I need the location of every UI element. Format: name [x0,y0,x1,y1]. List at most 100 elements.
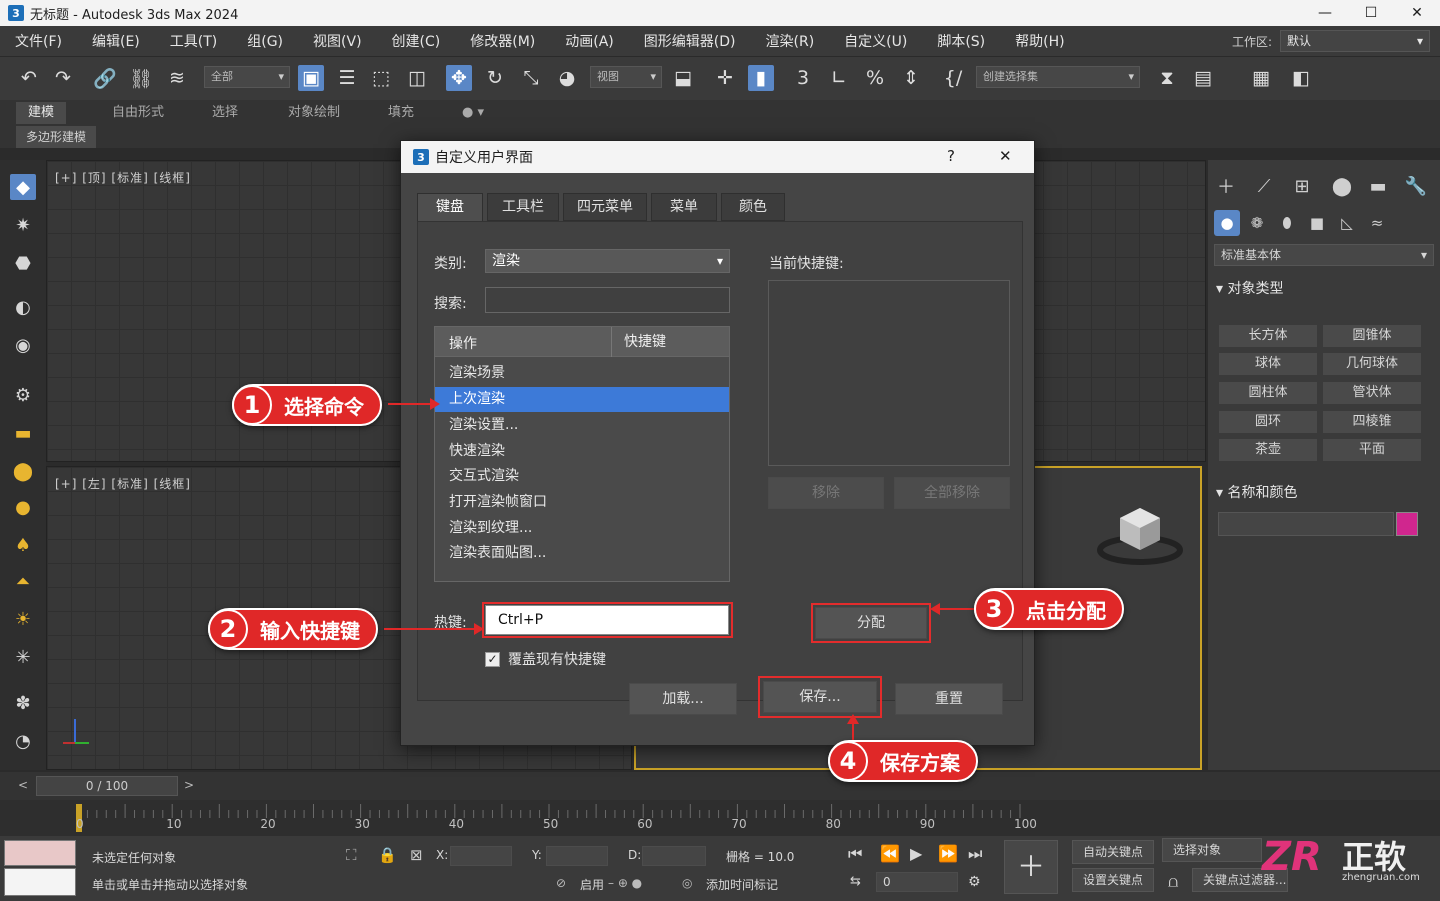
list-item[interactable]: 快速渲染 [435,439,729,464]
undo-icon[interactable]: ↶ [16,65,42,91]
enable-toggle-icon[interactable]: – ⊕ ● [608,876,642,890]
layer-explorer-icon[interactable]: ◧ [1288,65,1314,91]
torus-button[interactable]: 圆环 [1218,410,1318,434]
link-icon[interactable]: 🔗 [92,65,118,91]
time-next-button[interactable]: > [184,778,194,792]
viewport-top-label[interactable]: [+] [顶] [标准] [线框] [55,169,191,186]
override-shortcut-checkbox[interactable]: ✓ 覆盖现有快捷键 [485,649,606,669]
select-rotate-icon[interactable]: ↻ [482,65,508,91]
tab-quad-menus[interactable]: 四元菜单 [563,193,647,221]
cylinder-button[interactable]: 圆柱体 [1218,381,1318,405]
list-item[interactable]: 渲染设置... [435,413,729,438]
plane-button[interactable]: 平面 [1322,438,1422,462]
column-shortcut-header[interactable]: 快捷键 [611,327,666,357]
primitive-type-dropdown[interactable]: 标准基本体 [1214,244,1434,266]
polygon-modeling-panel[interactable]: 多边形建模 [16,126,97,148]
selection-set-dropdown[interactable]: 选择对象 [1162,838,1262,862]
edit-named-selection-icon[interactable]: {/ [940,65,966,91]
helpers-icon[interactable]: ◺ [1334,210,1360,236]
remove-button[interactable]: 移除 [768,477,884,509]
unlink-icon[interactable]: ⛓ [128,65,154,91]
redo-icon[interactable]: ↷ [50,65,76,91]
minimize-button[interactable]: — [1302,0,1348,26]
list-item-selected[interactable]: 上次渲染 [435,387,729,412]
time-tag-icon[interactable]: ◎ [682,876,692,890]
add-time-tag[interactable]: 添加时间标记 [706,876,778,893]
geosphere-button[interactable]: 几何球体 [1322,352,1422,376]
remove-all-button[interactable]: 全部移除 [894,477,1010,509]
dialog-help-button[interactable]: ? [947,147,955,165]
time-config-icon[interactable]: ⚙ [968,874,981,890]
current-frame-field[interactable]: 0 [876,872,958,892]
shapes-icon[interactable]: ❁ [1244,210,1270,236]
x-coord-field[interactable] [450,846,512,866]
auto-key-button[interactable]: 自动关键点 [1072,840,1155,864]
motion-tab-icon[interactable]: ⬤ [1330,174,1354,198]
create-tab-icon[interactable]: ＋ [1214,174,1238,198]
set-key-big-button[interactable]: ＋ [1004,840,1058,894]
spacewarps-icon[interactable]: ≈ [1364,210,1390,236]
percent-snap-icon[interactable]: % [862,65,888,91]
scene-explorer-icon[interactable]: ▦ [1248,65,1274,91]
load-button[interactable]: 加载... [629,683,737,715]
omni-light-icon[interactable]: ⏶ [10,568,36,594]
key-filters-icon[interactable]: ⩍ [1168,872,1178,892]
reset-button[interactable]: 重置 [895,683,1003,715]
name-color-section-header[interactable]: ▾ 名称和颜色 [1216,482,1297,502]
list-item[interactable]: 交互式渲染 [435,464,729,489]
pivot-center-icon[interactable]: ⬓ [670,65,696,91]
helper-icon[interactable]: ⚙ [10,382,36,408]
align-icon[interactable]: ▤ [1190,65,1216,91]
goto-start-icon[interactable]: ⏮ [848,844,862,864]
time-prev-button[interactable]: < [18,778,28,792]
menu-edit[interactable]: 编辑(E) [77,31,155,51]
maximize-button[interactable]: ☐ [1348,0,1394,26]
prev-frame-icon[interactable]: ⏪ [880,844,900,863]
close-window-button[interactable]: ✕ [1394,0,1440,26]
menu-modifiers[interactable]: 修改器(M) [455,31,550,51]
tab-freeform[interactable]: 自由形式 [112,102,164,124]
rect-selection-icon[interactable]: ⬚ [368,65,394,91]
spinner-snap-icon[interactable]: ⇕ [898,65,924,91]
geometry-icon[interactable]: ● [1214,210,1240,236]
track-bar[interactable]: 0 10 20 30 40 50 60 70 80 90 100 [0,800,1440,836]
tube-button[interactable]: 管状体 [1322,381,1422,405]
window-crossing-icon[interactable]: ◫ [404,65,430,91]
settings-gear-icon[interactable]: ✽ [10,690,36,716]
snaps-toggle-icon[interactable]: 3 [790,65,816,91]
category-dropdown[interactable]: 渲染 [485,249,730,273]
cone-button[interactable]: 圆锥体 [1322,324,1422,348]
lights-icon[interactable]: ⬮ [1274,210,1300,236]
menu-animation[interactable]: 动画(A) [550,31,629,51]
viewport-left-label[interactable]: [+] [左] [标准] [线框] [55,475,191,492]
maxscript-listener-white[interactable] [4,868,76,896]
isolate-icon[interactable]: ⛶ [346,846,357,864]
maxscript-listener-pink[interactable] [4,840,76,866]
dialog-close-button[interactable]: ✕ [999,147,1012,165]
select-place-icon[interactable]: ◕ [554,65,580,91]
object-color-swatch[interactable] [1396,512,1418,536]
modify-tab-icon[interactable]: ⟋ [1252,174,1276,198]
list-item[interactable]: 渲染到纹理... [435,516,729,541]
adaptive-degradation-icon[interactable]: ⊘ [556,876,566,890]
sphere-button[interactable]: 球体 [1218,352,1318,376]
angle-snap-icon[interactable]: ∟ [826,65,852,91]
named-selection-dropdown[interactable]: 创建选择集 [976,66,1140,88]
menu-view[interactable]: 视图(V) [298,31,377,51]
object-type-section-header[interactable]: ▾ 对象类型 [1216,278,1283,298]
box-prim-icon[interactable]: ▬ [10,420,36,446]
select-move-icon[interactable]: ✥ [446,65,472,91]
menu-rendering[interactable]: 渲染(R) [751,31,830,51]
search-input[interactable] [485,287,730,313]
pyramid-button[interactable]: 四棱锥 [1322,410,1422,434]
tab-selection[interactable]: 选择 [212,102,238,124]
display-tab-icon[interactable]: ▬ [1366,174,1390,198]
time-slider-thumb[interactable]: 0 / 100 [36,776,178,796]
set-key-button[interactable]: 设置关键点 [1072,868,1155,892]
menu-create[interactable]: 创建(C) [377,31,456,51]
box-button[interactable]: 长方体 [1218,324,1318,348]
next-frame-icon[interactable]: ⏩ [938,844,958,863]
sky-light-icon[interactable]: ✳ [10,644,36,670]
menu-graph-editors[interactable]: 图形编辑器(D) [629,31,751,51]
menu-tools[interactable]: 工具(T) [155,31,232,51]
